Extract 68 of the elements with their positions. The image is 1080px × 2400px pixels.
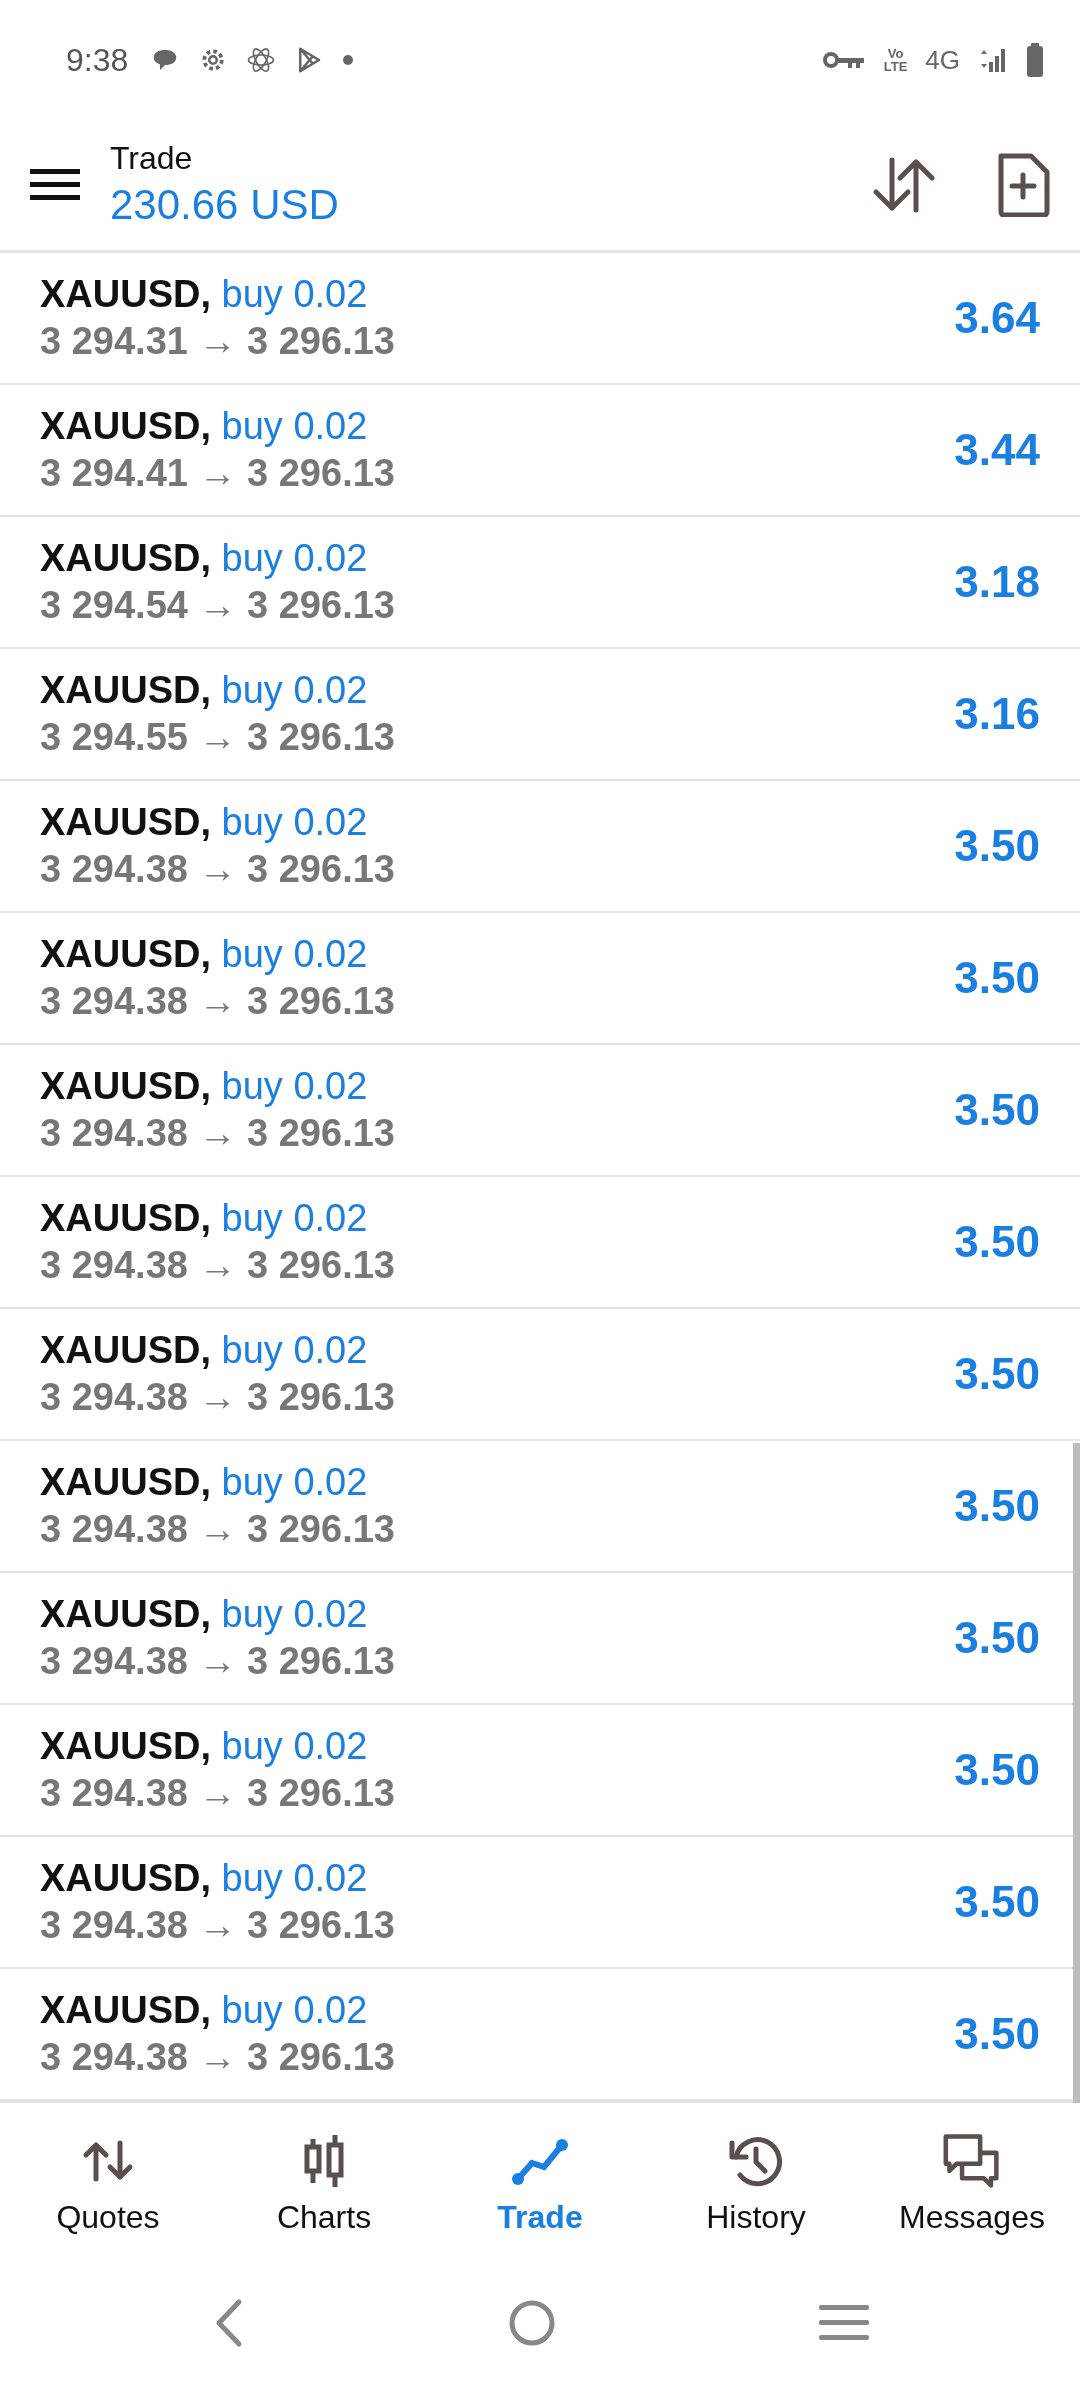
price-range: 3 294.38 → 3 296.13: [40, 2035, 396, 2079]
order-side: buy 0.02: [221, 668, 368, 711]
price-range: 3 294.38 → 3 296.13: [40, 847, 396, 891]
profit-value: 3.50: [954, 952, 1040, 1003]
profit-value: 3.50: [954, 1612, 1040, 1663]
screen-title: Trade: [110, 140, 194, 178]
order-side: buy 0.02: [221, 404, 368, 447]
symbol-label: XAUUSD,: [40, 800, 212, 843]
profit-value: 3.44: [954, 424, 1040, 475]
profit-value: 3.64: [954, 292, 1040, 343]
symbol-label: XAUUSD,: [40, 272, 212, 315]
profit-value: 3.50: [954, 1480, 1040, 1531]
price-range: 3 294.38 → 3 296.13: [40, 1243, 396, 1287]
price-range: 3 294.38 → 3 296.13: [40, 1375, 396, 1419]
symbol-label: XAUUSD,: [40, 668, 212, 711]
scrollbar[interactable]: [1073, 1442, 1080, 2103]
price-range: 3 294.55 → 3 296.13: [40, 715, 396, 759]
profit-value: 3.50: [954, 1348, 1040, 1399]
symbol-label: XAUUSD,: [40, 1328, 212, 1371]
price-range: 3 294.54 → 3 296.13: [40, 583, 396, 627]
profit-value: 3.50: [954, 2008, 1040, 2059]
price-range: 3 294.38 → 3 296.13: [40, 1771, 396, 1815]
battery-icon: [1026, 43, 1044, 78]
order-side: buy 0.02: [221, 932, 368, 975]
volte-label: Vo LTE: [883, 47, 908, 74]
order-side: buy 0.02: [221, 800, 368, 843]
price-range: 3 294.38 → 3 296.13: [40, 1903, 396, 1947]
profit-value: 3.50: [954, 1216, 1040, 1267]
symbol-label: XAUUSD,: [40, 1064, 212, 1107]
symbol-label: XAUUSD,: [40, 1196, 212, 1239]
symbol-label: XAUUSD,: [40, 932, 212, 975]
symbol-label: XAUUSD,: [40, 1724, 212, 1767]
price-range: 3 294.38 → 3 296.13: [40, 1639, 396, 1683]
profit-value: 3.50: [954, 1084, 1040, 1135]
sort-icon[interactable]: [872, 155, 936, 214]
signal-icon: [978, 46, 1008, 75]
price-range: 3 294.41 → 3 296.13: [40, 451, 396, 495]
status-time: 9:38: [66, 41, 129, 79]
order-side: buy 0.02: [221, 1328, 368, 1371]
symbol-label: XAUUSD,: [40, 1592, 212, 1635]
symbol-label: XAUUSD,: [40, 536, 212, 579]
profit-value: 3.50: [954, 1876, 1040, 1927]
profit-value: 3.50: [954, 1744, 1040, 1795]
profit-value: 3.50: [954, 820, 1040, 871]
price-range: 3 294.38 → 3 296.13: [40, 1111, 396, 1155]
dot-icon: [342, 54, 355, 67]
symbol-label: XAUUSD,: [40, 404, 212, 447]
order-side: buy 0.02: [221, 536, 368, 579]
price-range: 3 294.31 → 3 296.13: [40, 319, 396, 363]
order-side: buy 0.02: [221, 1196, 368, 1239]
profit-value: 3.16: [954, 688, 1040, 739]
price-range: 3 294.38 → 3 296.13: [40, 979, 396, 1023]
menu-icon[interactable]: [30, 166, 80, 203]
symbol-label: XAUUSD,: [40, 1856, 212, 1899]
profit-value: 3.18: [954, 556, 1040, 607]
order-side: buy 0.02: [221, 1724, 368, 1767]
account-balance: 230.66 USD: [110, 181, 340, 230]
symbol-label: XAUUSD,: [40, 1988, 212, 2031]
order-side: buy 0.02: [221, 272, 368, 315]
order-side: buy 0.02: [221, 1064, 368, 1107]
network-label: 4G: [925, 44, 960, 76]
price-range: 3 294.38 → 3 296.13: [40, 1507, 396, 1551]
order-side: buy 0.02: [221, 1856, 368, 1899]
order-side: buy 0.02: [221, 1592, 368, 1635]
symbol-label: XAUUSD,: [40, 1460, 212, 1503]
order-side: buy 0.02: [221, 1460, 368, 1503]
order-side: buy 0.02: [221, 1988, 368, 2031]
new-document-icon[interactable]: [996, 152, 1050, 217]
